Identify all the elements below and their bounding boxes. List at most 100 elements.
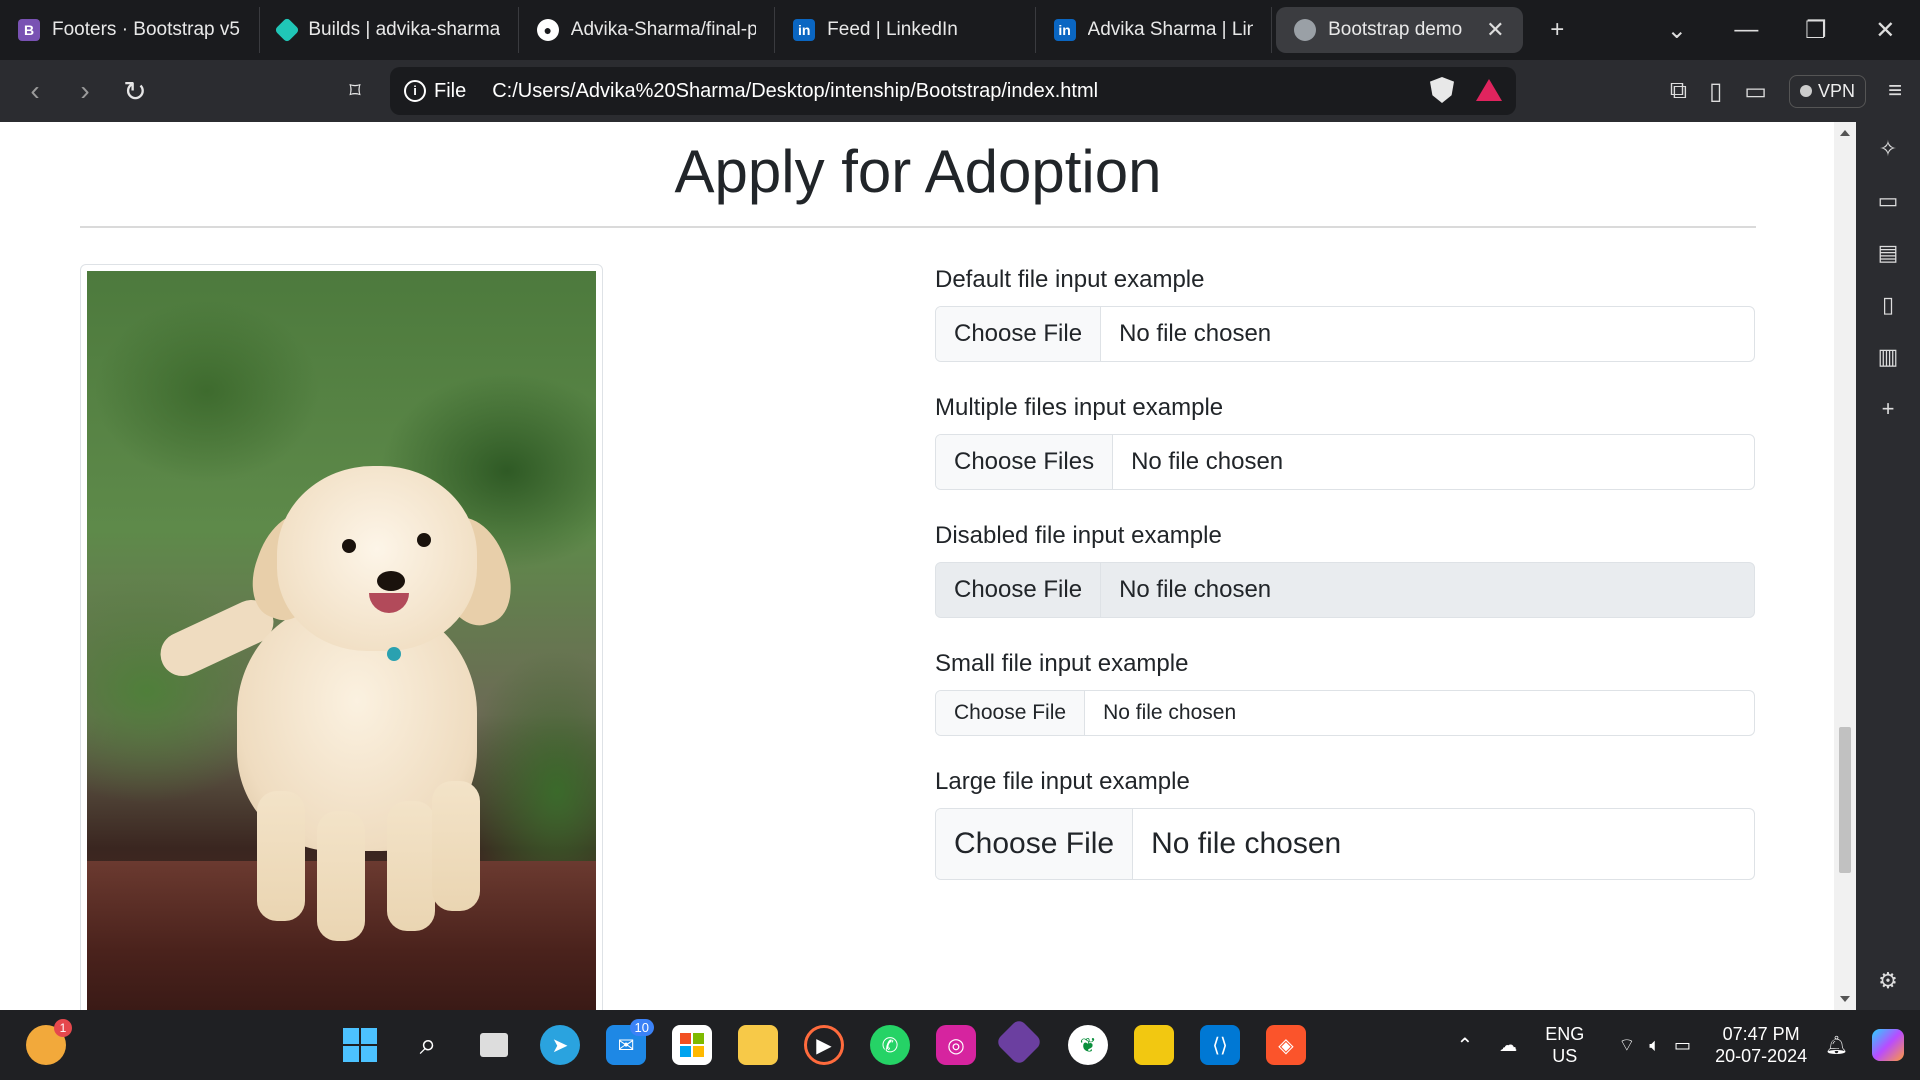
scroll-up-icon[interactable] — [1840, 130, 1850, 136]
mail-badge: 10 — [629, 1019, 654, 1036]
close-window-icon[interactable]: ✕ — [1851, 16, 1920, 45]
dog-eye — [342, 539, 356, 553]
telegram-icon[interactable]: ➤ — [540, 1025, 580, 1065]
media-player-icon[interactable]: ▶ — [804, 1025, 844, 1065]
default-file-input[interactable]: Choose File No file chosen — [935, 306, 1755, 362]
brave-rewards-icon[interactable] — [1476, 79, 1502, 101]
file-status: No file chosen — [1119, 320, 1272, 347]
url-text[interactable]: C:/Users/Advika%20Sharma/Desktop/intensh… — [492, 80, 1098, 103]
bootstrap-icon: B — [18, 19, 40, 41]
mail-icon[interactable]: ✉ 10 — [606, 1019, 654, 1065]
menu-icon[interactable]: ≡ — [1888, 77, 1902, 105]
video-icon[interactable]: ▭ — [1878, 188, 1899, 214]
tab-github[interactable]: ● Advika-Sharma/final-pr — [519, 7, 776, 53]
vertical-scrollbar[interactable] — [1834, 122, 1856, 1010]
extensions-icon[interactable]: ⧉ — [1670, 77, 1687, 105]
back-icon[interactable]: ‹ — [10, 75, 60, 107]
field-label: Small file input example — [935, 650, 1189, 677]
mongodb-icon[interactable]: ❦ — [1068, 1025, 1108, 1065]
search-icon[interactable]: ⌕ — [408, 1025, 448, 1065]
divider — [80, 226, 1756, 228]
choose-file-button[interactable]: Choose File — [936, 307, 1102, 361]
small-file-input[interactable]: Choose File No file chosen — [935, 690, 1755, 736]
volume-icon[interactable]: 🔈︎ — [1649, 1035, 1660, 1056]
wallet-sidebar-icon[interactable]: ▤ — [1878, 240, 1899, 266]
start-icon[interactable] — [340, 1025, 380, 1065]
new-tab-icon[interactable]: + — [1523, 16, 1593, 44]
choose-files-button[interactable]: Choose Files — [936, 435, 1114, 489]
task-view-icon[interactable] — [474, 1025, 514, 1065]
tab-netlify-builds[interactable]: Builds | advika-sharma — [260, 7, 519, 53]
wifi-icon[interactable]: ⌔ — [1618, 1034, 1635, 1057]
system-tray: ⌃ ☁ ENG US ⌔ 🔈︎ ▭ 07:47 PM 20-07-2024 🔔︎ — [1457, 1010, 1920, 1080]
sidebar-toggle-icon[interactable]: ▯ — [1709, 77, 1722, 106]
restore-icon[interactable]: ❐ — [1781, 16, 1851, 45]
microsoft-store-icon[interactable] — [672, 1025, 712, 1065]
url-scheme: File — [434, 79, 467, 102]
scroll-thumb[interactable] — [1839, 727, 1851, 873]
lang-top: ENG — [1545, 1024, 1585, 1044]
minimize-icon[interactable]: — — [1712, 16, 1782, 44]
netlify-icon — [274, 17, 301, 43]
vpn-button[interactable]: VPN — [1788, 74, 1866, 108]
leo-ai-icon[interactable]: ✧ — [1879, 136, 1897, 162]
tab-linkedin-profile[interactable]: in Advika Sharma | Linked — [1036, 7, 1273, 53]
choose-file-button[interactable]: Choose File — [936, 809, 1134, 879]
git-tool-icon[interactable] — [994, 1017, 1044, 1067]
time: 07:47 PM — [1722, 1024, 1800, 1044]
large-file-field: Large file input example Choose File No … — [935, 766, 1755, 880]
lang-bottom: US — [1552, 1046, 1578, 1066]
disabled-file-input: Choose File No file chosen — [935, 562, 1755, 618]
large-file-input[interactable]: Choose File No file chosen — [935, 808, 1755, 880]
forward-icon[interactable]: › — [60, 75, 110, 107]
field-label: Disabled file input example — [935, 522, 1222, 549]
brave-browser-icon[interactable]: ◈ — [1266, 1025, 1306, 1065]
brave-shields-icon[interactable] — [1430, 77, 1454, 103]
small-file-field: Small file input example Choose File No … — [935, 648, 1755, 766]
browser-sidebar: ✧ ▭ ▤ ▯ ▥ + ⚙ — [1856, 122, 1920, 1010]
linkedin-icon: in — [1053, 19, 1076, 41]
image-card — [80, 264, 603, 1010]
field-label: Large file input example — [935, 768, 1190, 795]
notification-bell-icon[interactable]: 🔔︎ — [1825, 1035, 1848, 1056]
onedrive-icon[interactable]: ☁ — [1499, 1035, 1517, 1056]
weather-icon[interactable]: 1 — [26, 1019, 72, 1065]
info-icon[interactable]: i — [404, 80, 426, 102]
address-bar[interactable]: i File C:/Users/Advika%20Sharma/Desktop/… — [390, 67, 1516, 115]
tab-linkedin-feed[interactable]: in Feed | LinkedIn — [775, 7, 1036, 53]
tab-bootstrap-demo[interactable]: Bootstrap demo ✕ — [1276, 7, 1523, 53]
multiple-files-input[interactable]: Choose Files No file chosen — [935, 434, 1755, 490]
wallet-icon[interactable]: ▭ — [1744, 77, 1767, 106]
add-sidebar-item-icon[interactable]: + — [1882, 396, 1895, 422]
tab-label: Footers · Bootstrap v5.3 — [52, 19, 242, 40]
file-status: No file chosen — [1119, 576, 1272, 603]
close-tab-icon[interactable]: ✕ — [1486, 17, 1504, 43]
copilot-icon[interactable] — [1872, 1029, 1904, 1061]
chevron-up-icon[interactable]: ⌃ — [1457, 1033, 1474, 1058]
gear-icon[interactable]: ⚙ — [1878, 968, 1898, 994]
field-label: Default file input example — [935, 266, 1205, 293]
disabled-file-field: Disabled file input example Choose File … — [935, 520, 1755, 648]
page-title: Apply for Adoption — [674, 138, 1162, 205]
dog-leg — [387, 801, 435, 931]
github-icon: ● — [536, 19, 559, 41]
file-input-form: Default file input example Choose File N… — [935, 264, 1755, 880]
power-bi-icon[interactable] — [1134, 1025, 1174, 1065]
language-indicator[interactable]: ENG US — [1545, 1023, 1584, 1067]
instagram-icon[interactable]: ◎ — [936, 1025, 976, 1065]
vscode-icon[interactable]: ⟨⟩ — [1200, 1025, 1240, 1065]
reload-icon[interactable]: ↻ — [110, 75, 160, 108]
choose-file-button[interactable]: Choose File — [936, 691, 1086, 735]
battery-icon[interactable]: ▭ — [1674, 1035, 1691, 1056]
reading-list-icon[interactable]: ▥ — [1878, 344, 1899, 370]
file-explorer-icon[interactable] — [738, 1025, 778, 1065]
puppy-photo — [87, 271, 596, 1010]
clock[interactable]: 07:47 PM 20-07-2024 — [1715, 1023, 1807, 1067]
bookmark-icon[interactable]: ⌑ — [330, 78, 380, 104]
file-status: No file chosen — [1151, 827, 1342, 860]
scroll-down-icon[interactable] — [1840, 996, 1850, 1002]
tab-search-chevron-icon[interactable]: ⌄ — [1642, 16, 1712, 45]
whatsapp-icon[interactable]: ✆ — [870, 1025, 910, 1065]
bookmarks-icon[interactable]: ▯ — [1882, 292, 1894, 318]
tab-bootstrap-footers[interactable]: B Footers · Bootstrap v5.3 — [0, 7, 261, 53]
